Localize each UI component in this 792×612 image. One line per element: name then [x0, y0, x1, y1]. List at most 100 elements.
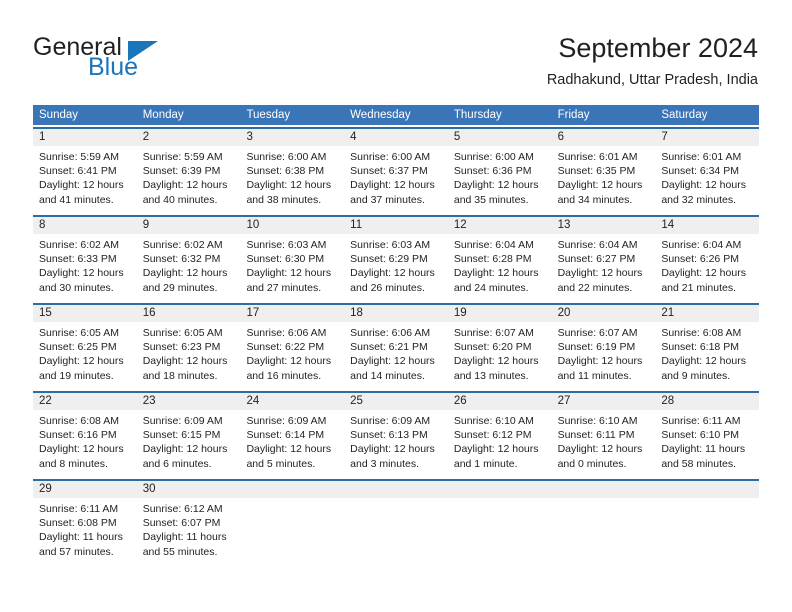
- day-details: Sunrise: 6:00 AM Sunset: 6:38 PM Dayligh…: [240, 146, 344, 207]
- sunrise-text: Sunrise: 6:04 AM: [557, 239, 638, 251]
- day-number: 21: [655, 305, 760, 322]
- sunrise-text: Sunrise: 5:59 AM: [39, 151, 119, 163]
- sunset-text: Sunset: 6:27 PM: [557, 253, 636, 266]
- sunrise-text: Sunrise: 6:08 AM: [661, 327, 742, 339]
- day-cell[interactable]: 29 Sunrise: 6:11 AM Sunset: 6:08 PM Dayl…: [33, 479, 137, 565]
- sunset-text: Sunset: 6:07 PM: [142, 517, 221, 530]
- day-cell[interactable]: 10 Sunrise: 6:03 AM Sunset: 6:30 PM Dayl…: [240, 215, 345, 301]
- daylight-text-line2: and 3 minutes.: [350, 457, 420, 470]
- day-number: 4: [344, 129, 448, 146]
- day-details: Sunrise: 6:04 AM Sunset: 6:26 PM Dayligh…: [655, 234, 759, 295]
- sunset-text: Sunset: 6:21 PM: [350, 341, 428, 354]
- day-cell[interactable]: 19 Sunrise: 6:07 AM Sunset: 6:20 PM Dayl…: [447, 303, 552, 389]
- daylight-text-line2: and 55 minutes.: [142, 545, 218, 558]
- daylight-text-line1: Daylight: 12 hours: [350, 355, 435, 368]
- day-details: Sunrise: 6:01 AM Sunset: 6:34 PM Dayligh…: [655, 146, 759, 207]
- daylight-text-line1: Daylight: 12 hours: [142, 443, 228, 456]
- daylight-text-line1: Daylight: 12 hours: [142, 355, 228, 368]
- daylight-text-line1: Daylight: 12 hours: [350, 267, 435, 280]
- day-details: Sunrise: 6:04 AM Sunset: 6:27 PM Dayligh…: [552, 234, 656, 295]
- daylight-text-line2: and 22 minutes.: [557, 281, 633, 294]
- daylight-text-line1: Daylight: 12 hours: [246, 355, 332, 368]
- day-cell-empty: [447, 479, 552, 565]
- daylight-text-line2: and 58 minutes.: [661, 457, 737, 470]
- daylight-text-line2: and 41 minutes.: [39, 193, 114, 206]
- day-cell[interactable]: 30 Sunrise: 6:12 AM Sunset: 6:07 PM Dayl…: [136, 479, 241, 565]
- daylight-text-line2: and 19 minutes.: [39, 369, 114, 382]
- sunset-text: Sunset: 6:18 PM: [661, 341, 739, 354]
- day-cell[interactable]: 25 Sunrise: 6:09 AM Sunset: 6:13 PM Dayl…: [344, 391, 448, 477]
- day-cell[interactable]: 23 Sunrise: 6:09 AM Sunset: 6:15 PM Dayl…: [136, 391, 241, 477]
- sunset-text: Sunset: 6:41 PM: [39, 165, 117, 178]
- day-number: 5: [447, 129, 552, 146]
- day-cell[interactable]: 5 Sunrise: 6:00 AM Sunset: 6:36 PM Dayli…: [447, 127, 552, 213]
- day-cell[interactable]: 27 Sunrise: 6:10 AM Sunset: 6:11 PM Dayl…: [551, 391, 656, 477]
- sunset-text: Sunset: 6:39 PM: [142, 165, 221, 178]
- day-cell[interactable]: 17 Sunrise: 6:06 AM Sunset: 6:22 PM Dayl…: [240, 303, 345, 389]
- daylight-text-line1: Daylight: 12 hours: [453, 179, 539, 192]
- sunset-text: Sunset: 6:29 PM: [350, 253, 428, 266]
- day-cell[interactable]: 9 Sunrise: 6:02 AM Sunset: 6:32 PM Dayli…: [136, 215, 241, 301]
- daylight-text-line1: Daylight: 11 hours: [39, 531, 123, 544]
- daylight-text-line2: and 38 minutes.: [246, 193, 322, 206]
- daylight-text-line1: Daylight: 12 hours: [453, 355, 539, 368]
- sunset-text: Sunset: 6:14 PM: [246, 429, 325, 442]
- day-cell[interactable]: 22 Sunrise: 6:08 AM Sunset: 6:16 PM Dayl…: [33, 391, 137, 477]
- day-cell[interactable]: 8 Sunrise: 6:02 AM Sunset: 6:33 PM Dayli…: [33, 215, 137, 301]
- day-details: Sunrise: 6:06 AM Sunset: 6:21 PM Dayligh…: [344, 322, 448, 383]
- day-cell[interactable]: 3 Sunrise: 6:00 AM Sunset: 6:38 PM Dayli…: [240, 127, 345, 213]
- daylight-text-line1: Daylight: 12 hours: [661, 179, 746, 192]
- daylight-text-line1: Daylight: 12 hours: [557, 267, 643, 280]
- sunrise-text: Sunrise: 6:04 AM: [453, 239, 534, 251]
- day-cell[interactable]: 14 Sunrise: 6:04 AM Sunset: 6:26 PM Dayl…: [655, 215, 760, 301]
- sunrise-text: Sunrise: 6:09 AM: [246, 415, 327, 427]
- day-cell[interactable]: 18 Sunrise: 6:06 AM Sunset: 6:21 PM Dayl…: [344, 303, 448, 389]
- sunrise-text: Sunrise: 6:02 AM: [39, 239, 119, 251]
- day-cell[interactable]: 2 Sunrise: 5:59 AM Sunset: 6:39 PM Dayli…: [136, 127, 241, 213]
- day-details: Sunrise: 6:12 AM Sunset: 6:07 PM Dayligh…: [137, 498, 241, 559]
- day-cell[interactable]: 11 Sunrise: 6:03 AM Sunset: 6:29 PM Dayl…: [344, 215, 448, 301]
- day-cell[interactable]: 24 Sunrise: 6:09 AM Sunset: 6:14 PM Dayl…: [240, 391, 345, 477]
- day-cell[interactable]: 21 Sunrise: 6:08 AM Sunset: 6:18 PM Dayl…: [655, 303, 760, 389]
- day-cell[interactable]: 12 Sunrise: 6:04 AM Sunset: 6:28 PM Dayl…: [447, 215, 552, 301]
- day-number: 13: [551, 217, 656, 234]
- sunrise-text: Sunrise: 5:59 AM: [142, 151, 223, 163]
- daylight-text-line1: Daylight: 12 hours: [142, 267, 228, 280]
- day-cell[interactable]: 16 Sunrise: 6:05 AM Sunset: 6:23 PM Dayl…: [136, 303, 241, 389]
- daylight-text-line2: and 5 minutes.: [246, 457, 316, 470]
- day-number: 22: [33, 393, 137, 410]
- day-details: Sunrise: 6:08 AM Sunset: 6:18 PM Dayligh…: [655, 322, 759, 383]
- day-details: Sunrise: 6:10 AM Sunset: 6:11 PM Dayligh…: [552, 410, 656, 471]
- day-details: Sunrise: 6:03 AM Sunset: 6:30 PM Dayligh…: [240, 234, 344, 295]
- day-cell[interactable]: 6 Sunrise: 6:01 AM Sunset: 6:35 PM Dayli…: [551, 127, 656, 213]
- daylight-text-line2: and 34 minutes.: [557, 193, 633, 206]
- weekday-header-friday: Friday: [557, 109, 590, 121]
- day-number: [655, 481, 760, 498]
- day-number: 29: [33, 481, 137, 498]
- sunrise-text: Sunrise: 6:01 AM: [557, 151, 638, 163]
- day-cell[interactable]: 28 Sunrise: 6:11 AM Sunset: 6:10 PM Dayl…: [655, 391, 760, 477]
- daylight-text-line1: Daylight: 12 hours: [661, 355, 746, 368]
- day-cell[interactable]: 4 Sunrise: 6:00 AM Sunset: 6:37 PM Dayli…: [344, 127, 448, 213]
- daylight-text-line2: and 21 minutes.: [661, 281, 737, 294]
- day-cell[interactable]: 7 Sunrise: 6:01 AM Sunset: 6:34 PM Dayli…: [655, 127, 760, 213]
- daylight-text-line1: Daylight: 12 hours: [246, 443, 332, 456]
- sunset-text: Sunset: 6:16 PM: [39, 429, 117, 442]
- day-cell[interactable]: 13 Sunrise: 6:04 AM Sunset: 6:27 PM Dayl…: [551, 215, 656, 301]
- sunrise-text: Sunrise: 6:01 AM: [661, 151, 742, 163]
- sunrise-text: Sunrise: 6:11 AM: [661, 415, 741, 427]
- day-cell[interactable]: 26 Sunrise: 6:10 AM Sunset: 6:12 PM Dayl…: [447, 391, 552, 477]
- day-number: [240, 481, 345, 498]
- day-cell[interactable]: 20 Sunrise: 6:07 AM Sunset: 6:19 PM Dayl…: [551, 303, 656, 389]
- calendar-grid: Sunday Monday Tuesday Wednesday Thursday…: [33, 105, 760, 565]
- day-number: 26: [447, 393, 552, 410]
- sunset-text: Sunset: 6:13 PM: [350, 429, 428, 442]
- day-cell[interactable]: 15 Sunrise: 6:05 AM Sunset: 6:25 PM Dayl…: [33, 303, 137, 389]
- weekday-header-sunday: Sunday: [39, 109, 79, 121]
- sunset-text: Sunset: 6:30 PM: [246, 253, 325, 266]
- sunrise-text: Sunrise: 6:00 AM: [350, 151, 431, 163]
- sunrise-text: Sunrise: 6:03 AM: [246, 239, 327, 251]
- day-cell[interactable]: 1 Sunrise: 5:59 AM Sunset: 6:41 PM Dayli…: [33, 127, 137, 213]
- sunrise-text: Sunrise: 6:05 AM: [39, 327, 119, 339]
- day-details: Sunrise: 6:09 AM Sunset: 6:15 PM Dayligh…: [137, 410, 241, 471]
